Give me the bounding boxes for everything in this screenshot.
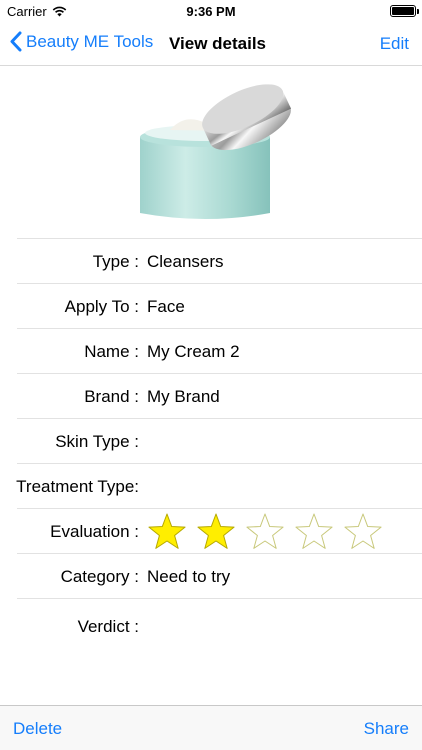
navigation-bar: Beauty ME Tools View details Edit [0, 22, 422, 66]
detail-row-category: Category : Need to try [17, 553, 422, 598]
category-value: Need to try [147, 567, 231, 586]
type-value: Cleansers [147, 252, 224, 271]
cream-jar-image [130, 75, 292, 228]
treatment-type-label: Treatment Type: [16, 477, 139, 496]
page-title: View details [169, 34, 267, 53]
star-empty-icon[interactable] [294, 512, 334, 552]
type-label: Type : [92, 252, 139, 271]
delete-button[interactable]: Delete [13, 719, 62, 739]
share-button[interactable]: Share [364, 719, 409, 739]
detail-row-name: Name : My Cream 2 [17, 328, 422, 373]
status-bar: Carrier 9:36 PM [0, 0, 422, 22]
battery-icon [390, 5, 419, 17]
star-filled-icon[interactable] [147, 512, 187, 552]
brand-value: My Brand [147, 387, 220, 406]
star-empty-icon[interactable] [245, 512, 285, 552]
detail-row-skin-type: Skin Type : [17, 418, 422, 463]
edit-button[interactable]: Edit [380, 34, 409, 54]
detail-row-treatment-type: Treatment Type: [16, 463, 422, 508]
star-rating[interactable] [147, 512, 383, 552]
back-button[interactable]: Beauty ME Tools [10, 31, 153, 52]
detail-row-verdict: Verdict : [17, 598, 422, 656]
category-label: Category : [60, 567, 139, 586]
verdict-label: Verdict : [77, 617, 139, 636]
status-time: 9:36 PM [186, 4, 236, 19]
detail-row-apply-to: Apply To : Face [17, 283, 422, 328]
skin-type-label: Skin Type : [55, 432, 139, 451]
star-empty-icon[interactable] [343, 512, 383, 552]
detail-row-evaluation: Evaluation : [17, 508, 422, 553]
detail-row-type: Type : Cleansers [17, 238, 422, 283]
evaluation-label: Evaluation : [50, 522, 139, 541]
back-button-label: Beauty ME Tools [26, 31, 154, 51]
chevron-left-icon [10, 31, 22, 52]
apply-to-value: Face [147, 297, 185, 316]
bottom-toolbar: Delete Share [0, 705, 422, 750]
name-label: Name : [84, 342, 139, 361]
details-list: Type : Cleansers Apply To : Face Name : … [0, 238, 422, 656]
apply-to-label: Apply To : [64, 297, 139, 316]
star-filled-icon[interactable] [196, 512, 236, 552]
name-value: My Cream 2 [147, 342, 240, 361]
detail-row-brand: Brand : My Brand [17, 373, 422, 418]
brand-label: Brand : [84, 387, 139, 406]
